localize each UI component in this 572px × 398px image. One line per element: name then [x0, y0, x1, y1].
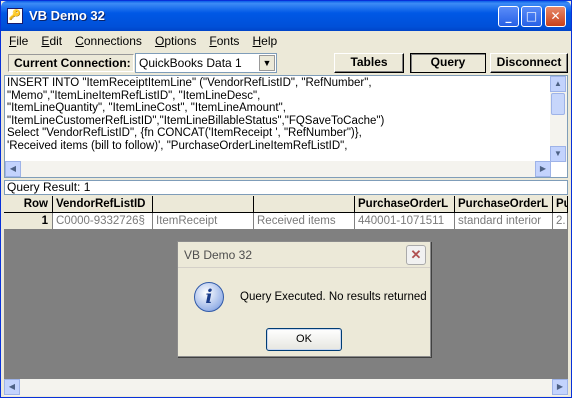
grid-header-row: Row VendorRefListID PurchaseOrderL Purch… [4, 196, 568, 213]
maximize-button[interactable]: □ [521, 6, 542, 27]
column-header-4[interactable] [254, 196, 355, 213]
cell-3[interactable]: ItemReceipt [153, 213, 254, 230]
dialog-title-bar[interactable]: VB Demo 32 ✕ [178, 242, 430, 268]
cell-po1[interactable]: 440001-1071511 [355, 213, 455, 230]
disconnect-button[interactable]: Disconnect [490, 53, 568, 73]
cell-4[interactable]: Received items [254, 213, 355, 230]
column-header-row[interactable]: Row [4, 196, 53, 213]
cell-po2[interactable]: standard interior [455, 213, 553, 230]
sql-text[interactable]: INSERT INTO "ItemReceiptItemLine" ("Vend… [7, 77, 551, 162]
scroll-left-icon[interactable]: ◀ [5, 161, 21, 177]
scroll-left-icon[interactable]: ◀ [4, 379, 20, 395]
title-bar[interactable]: 🔑 VB Demo 32 _ □ ✕ [1, 1, 571, 31]
menu-edit[interactable]: Edit [36, 31, 67, 51]
scroll-right-icon[interactable]: ▶ [535, 161, 551, 177]
menu-help[interactable]: Help [248, 31, 283, 51]
app-icon: 🔑 [7, 8, 23, 24]
menu-options[interactable]: Options [150, 31, 201, 51]
column-header-vendor[interactable]: VendorRefListID [53, 196, 153, 213]
grid-horizontal-scrollbar[interactable]: ◀ ▶ [4, 379, 568, 396]
main-window: 🔑 VB Demo 32 _ □ ✕ File Edit Connections… [0, 0, 572, 398]
ok-button[interactable]: OK [266, 328, 342, 351]
row-number: 1 [4, 213, 53, 230]
cell-vendor[interactable]: C0000-9332726§ [53, 213, 153, 230]
menu-file[interactable]: File [4, 31, 33, 51]
scroll-thumb[interactable] [551, 93, 565, 115]
scroll-right-icon[interactable]: ▶ [552, 379, 568, 395]
menu-fonts[interactable]: Fonts [204, 31, 244, 51]
table-row[interactable]: 1 C0000-9332726§ ItemReceipt Received it… [4, 213, 568, 230]
info-icon: i [194, 282, 224, 312]
scroll-up-icon[interactable]: ▲ [550, 76, 566, 92]
dialog-title: VB Demo 32 [184, 248, 253, 262]
connection-selected-value: QuickBooks Data 1 [139, 56, 242, 70]
column-header-po2[interactable]: PurchaseOrderL [455, 196, 553, 213]
dialog-close-button[interactable]: ✕ [406, 245, 426, 265]
sql-editor[interactable]: INSERT INTO "ItemReceiptItemLine" ("Vend… [4, 75, 568, 178]
message-dialog: VB Demo 32 ✕ i Query Executed. No result… [177, 241, 431, 357]
connection-label: Current Connection: [8, 54, 134, 72]
column-header-3[interactable] [153, 196, 254, 213]
menu-bar: File Edit Connections Options Fonts Help [4, 31, 568, 51]
tables-button[interactable]: Tables [334, 53, 404, 73]
connection-toolbar: Current Connection: QuickBooks Data 1 ▼ … [4, 52, 568, 74]
chevron-down-icon[interactable]: ▼ [259, 55, 275, 71]
close-button[interactable]: ✕ [545, 6, 566, 27]
cell-7[interactable]: 2. [553, 213, 568, 230]
sql-vertical-scrollbar[interactable]: ▲ ▼ [550, 76, 567, 162]
minimize-button[interactable]: _ [498, 6, 519, 27]
dialog-message: Query Executed. No results returned [240, 291, 427, 303]
window-title: VB Demo 32 [29, 8, 105, 23]
menu-connections[interactable]: Connections [70, 31, 147, 51]
query-button[interactable]: Query [410, 53, 486, 73]
sql-horizontal-scrollbar[interactable]: ◀ ▶ [5, 161, 551, 177]
scroll-down-icon[interactable]: ▼ [550, 146, 566, 162]
column-header-po1[interactable]: PurchaseOrderL [355, 196, 455, 213]
query-result-label: Query Result: 1 [4, 180, 568, 195]
connection-select[interactable]: QuickBooks Data 1 ▼ [135, 53, 277, 73]
column-header-7[interactable]: Pu [553, 196, 568, 213]
